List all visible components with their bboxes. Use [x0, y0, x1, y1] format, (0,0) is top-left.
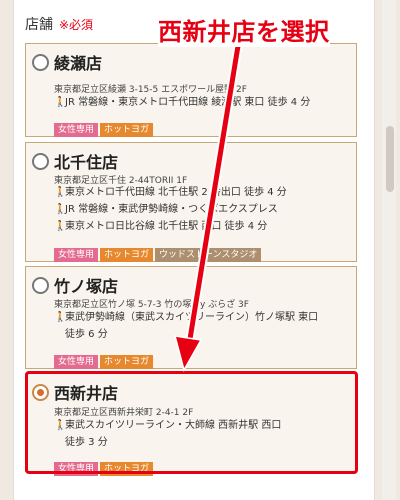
- required-mark: ※必須: [59, 18, 94, 32]
- store-access: 🚶東武伊勢崎線（東武スカイツリーライン）竹ノ塚駅 東口 徒歩 6 分: [54, 309, 318, 343]
- selection-highlight-box: [25, 371, 358, 474]
- radio-button-takenotsuka[interactable]: [32, 277, 49, 294]
- radio-button-kitasenju[interactable]: [32, 153, 49, 170]
- tag-woodstone-studio: ウッドストーンスタジオ: [155, 248, 262, 262]
- tag-women-only: 女性専用: [54, 248, 99, 262]
- store-tags: 女性専用 ホットヨガ: [54, 349, 155, 369]
- store-field-label: 店舗 ※必須: [25, 17, 94, 33]
- walking-person-icon: 🚶: [54, 187, 67, 198]
- radio-button-ayase[interactable]: [32, 54, 49, 71]
- store-option-takenotsuka[interactable]: 竹ノ塚店 東京都足立区竹ノ塚 5-7-3 竹の塚 by ぶらざ 3F 🚶東武伊勢…: [25, 266, 357, 369]
- store-tags: 女性専用 ホットヨガ: [54, 117, 155, 137]
- store-access: 🚶JR 常磐線・東京メトロ千代田線 綾瀬駅 東口 徒歩 4 分: [54, 94, 310, 111]
- walking-person-icon: 🚶: [54, 312, 67, 323]
- tag-hot-yoga: ホットヨガ: [100, 248, 154, 262]
- tag-women-only: 女性専用: [54, 123, 99, 137]
- store-name: 綾瀬店: [54, 54, 103, 73]
- annotation-text: 西新井店を選択: [158, 12, 330, 47]
- store-tags: 女性専用 ホットヨガ ウッドストーンスタジオ: [54, 242, 263, 262]
- tag-hot-yoga: ホットヨガ: [100, 123, 154, 137]
- walking-person-icon: 🚶: [54, 221, 67, 232]
- scrollbar-track[interactable]: [382, 0, 396, 500]
- store-name: 竹ノ塚店: [54, 277, 119, 296]
- store-option-ayase[interactable]: 綾瀬店 東京都足立区綾瀬 3-15-5 エスポワール屋野 2F 🚶JR 常磐線・…: [25, 43, 357, 137]
- tag-hot-yoga: ホットヨガ: [100, 355, 154, 369]
- tag-women-only: 女性専用: [54, 355, 99, 369]
- walking-person-icon: 🚶: [54, 204, 67, 215]
- store-access: 🚶東京メトロ千代田線 北千住駅 2 番出口 徒歩 4 分 🚶JR 常磐線・東武伊…: [54, 184, 287, 235]
- scrollbar-thumb[interactable]: [386, 126, 394, 192]
- walking-person-icon: 🚶: [54, 97, 67, 108]
- store-option-kitasenju[interactable]: 北千住店 東京都足立区千住 2-44TORII 1F 🚶東京メトロ千代田線 北千…: [25, 142, 357, 262]
- store-name: 北千住店: [54, 153, 119, 172]
